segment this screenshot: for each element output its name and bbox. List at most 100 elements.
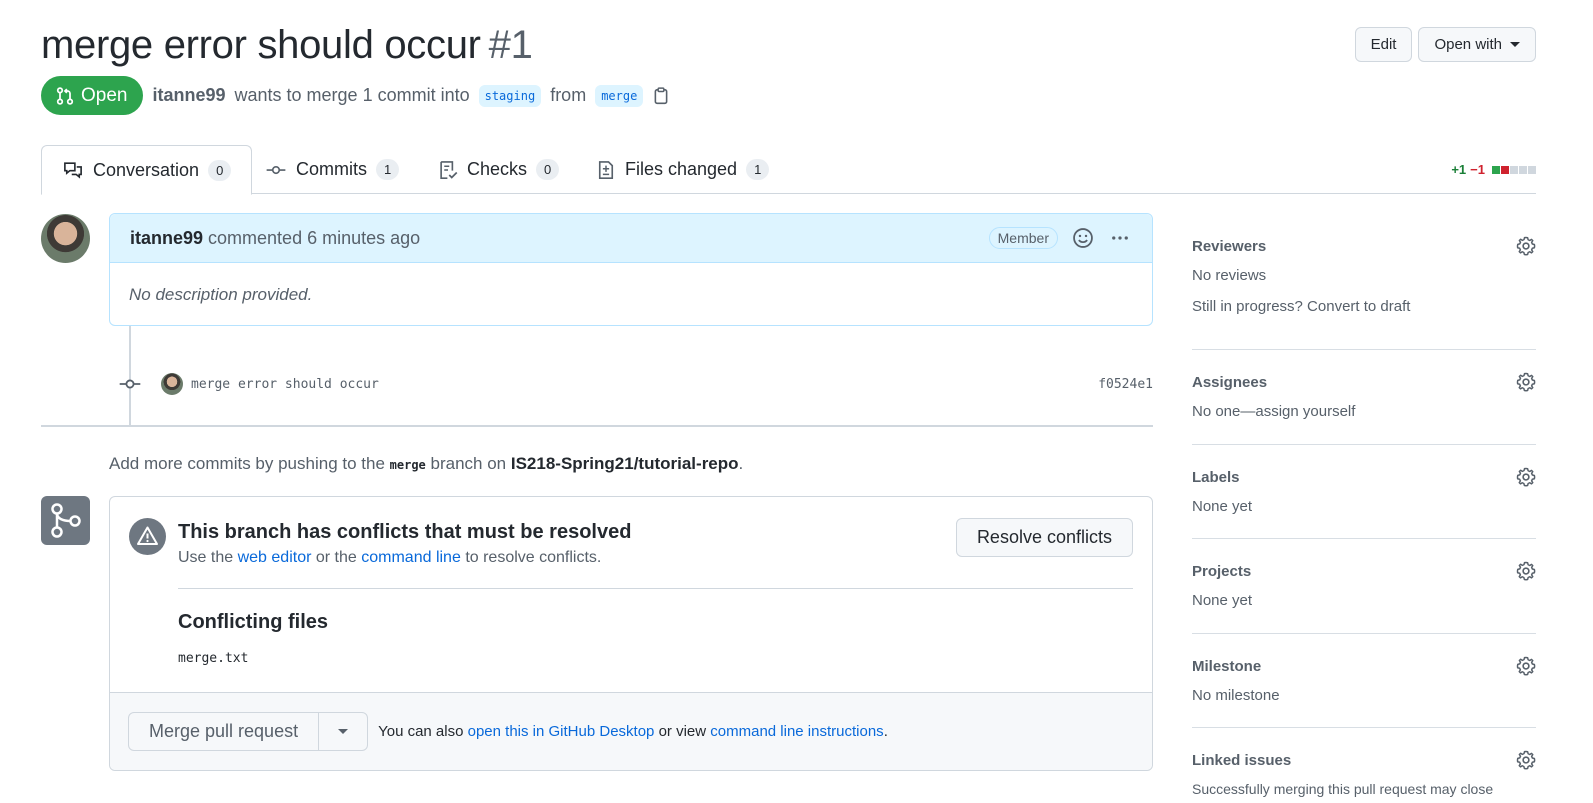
sidebar-milestone: Milestone No milestone [1192, 634, 1536, 728]
sidebar-value: No milestone [1192, 687, 1280, 704]
web-editor-link[interactable]: web editor [238, 549, 312, 566]
sidebar-heading[interactable]: Assignees [1192, 350, 1536, 391]
gear-icon[interactable] [1516, 656, 1536, 676]
tab-label: Files changed [625, 159, 738, 179]
conflict-subtitle: Use the web editor or the command line t… [178, 549, 601, 567]
assign-yourself-link[interactable]: No one—assign yourself [1192, 403, 1536, 420]
conflicting-files-title: Conflicting files [178, 611, 328, 633]
gear-icon[interactable] [1516, 561, 1536, 581]
conflict-sub-prefix: Use the [178, 549, 234, 566]
push-hint-branch: merge [389, 458, 426, 472]
comment-header: itanne99 commented 6 minutes ago Member [110, 214, 1152, 263]
repo-link[interactable]: IS218-Spring21/tutorial-repo [511, 454, 739, 473]
push-hint: Add more commits by pushing to the merge… [109, 454, 743, 474]
tab-checks[interactable]: Checks 0 [418, 145, 579, 194]
comment-discussion-icon [64, 162, 82, 179]
tab-conversation[interactable]: Conversation 0 [41, 145, 253, 195]
checklist-icon [440, 160, 458, 179]
chevron-down-icon [1510, 42, 1520, 47]
state-label: Open [81, 84, 128, 106]
commit-icon [119, 379, 141, 389]
also-prefix: You can also [378, 723, 464, 740]
convert-to-draft-link[interactable]: Still in progress? Convert to draft [1192, 298, 1536, 315]
conflict-sub-suffix: to resolve conflicts. [465, 549, 602, 566]
push-hint-prefix: Add more commits by pushing to the [109, 454, 385, 473]
avatar[interactable] [41, 214, 90, 263]
pr-number: #1 [488, 23, 533, 67]
role-badge: Member [988, 227, 1058, 249]
diff-added: +1 [1451, 162, 1467, 177]
sidebar-projects: Projects None yet [1192, 539, 1536, 634]
tab-label: Commits [296, 159, 367, 179]
merge-button-group: Merge pull request [128, 712, 369, 751]
open-with-button[interactable]: Open with [1418, 27, 1536, 62]
command-line-instructions-link[interactable]: command line instructions [710, 723, 883, 740]
pull-request-icon [56, 86, 74, 105]
tab-label: Checks [467, 159, 528, 179]
comment-author[interactable]: itanne99 [130, 228, 203, 249]
tab-count: 1 [746, 159, 770, 180]
pr-title: merge error should occur #1 [41, 20, 533, 70]
sidebar-assignees: Assignees No one—assign yourself [1192, 350, 1536, 445]
header-actions: Edit Open with [1354, 27, 1536, 62]
tab-label: Conversation [93, 159, 200, 180]
merge-method-dropdown[interactable] [319, 713, 367, 750]
sidebar-heading[interactable]: Reviewers [1192, 230, 1536, 255]
tab-count: 0 [536, 159, 560, 180]
open-with-label: Open with [1434, 36, 1502, 53]
conflict-title: This branch has conflicts that must be r… [178, 521, 632, 543]
commit-message[interactable]: merge error should occur [191, 377, 379, 392]
commit-sha[interactable]: f0524e1 [1098, 377, 1153, 392]
sidebar-heading[interactable]: Projects [1192, 539, 1536, 580]
edit-button[interactable]: Edit [1354, 27, 1413, 62]
sidebar-heading[interactable]: Linked issues [1192, 728, 1536, 769]
merge-footer: Merge pull request You can also open thi… [110, 692, 1152, 770]
commit-row: merge error should occur f0524e1 [119, 373, 1153, 395]
sidebar-reviewers: Reviewers No reviews Still in progress? … [1192, 230, 1536, 350]
sidebar-heading[interactable]: Labels [1192, 445, 1536, 486]
diffstat-bar [1492, 165, 1536, 174]
diff-removed: −1 [1470, 162, 1485, 177]
resolve-conflicts-button[interactable]: Resolve conflicts [955, 518, 1133, 557]
github-desktop-link[interactable]: open this in GitHub Desktop [468, 723, 655, 740]
sidebar-value: None yet [1192, 592, 1253, 609]
command-line-link[interactable]: command line [361, 549, 461, 566]
tab-commits[interactable]: Commits 1 [245, 145, 419, 194]
merge-alternatives: You can also open this in GitHub Desktop… [378, 723, 888, 740]
chevron-down-icon [338, 729, 349, 734]
pr-tabs: Conversation 0 Commits 1 Checks 0 Files … [41, 145, 1536, 195]
gear-icon[interactable] [1516, 750, 1536, 770]
copy-icon[interactable] [652, 86, 670, 106]
author-link[interactable]: itanne99 [152, 85, 225, 106]
commit-author-avatar[interactable] [161, 373, 183, 395]
push-hint-suffix: . [738, 454, 744, 473]
pr-title-text: merge error should occur [41, 23, 481, 67]
commit-icon [266, 165, 286, 174]
also-middle: or view [658, 723, 707, 740]
sidebar-value: None yet [1192, 498, 1253, 515]
edit-button-label: Edit [1370, 36, 1397, 53]
timeline-divider [41, 425, 1153, 427]
from-text: from [550, 85, 587, 105]
tab-files-changed[interactable]: Files changed 1 [576, 145, 789, 194]
head-branch[interactable]: merge [595, 84, 644, 107]
sidebar-heading[interactable]: Milestone [1192, 634, 1536, 675]
conflicting-file: merge.txt [178, 651, 249, 666]
gear-icon[interactable] [1516, 372, 1536, 392]
comment-actions: Member [988, 227, 1132, 249]
comment-box: itanne99 commented 6 minutes ago Member … [109, 213, 1153, 326]
merge-box-divider [178, 588, 1133, 589]
comment-timestamp: commented 6 minutes ago [208, 227, 421, 248]
gear-icon[interactable] [1516, 236, 1536, 256]
git-merge-icon [41, 496, 90, 545]
gear-icon[interactable] [1516, 467, 1536, 487]
smiley-icon[interactable] [1072, 227, 1094, 249]
sidebar-value: No reviews [1192, 267, 1267, 284]
tab-count: 0 [208, 159, 232, 181]
merge-pull-request-button[interactable]: Merge pull request [129, 713, 320, 750]
base-branch[interactable]: staging [478, 84, 542, 107]
state-badge: Open [41, 76, 144, 115]
file-diff-icon [598, 160, 614, 179]
kebab-horizontal-icon[interactable] [1108, 228, 1132, 248]
alert-icon [129, 518, 166, 555]
